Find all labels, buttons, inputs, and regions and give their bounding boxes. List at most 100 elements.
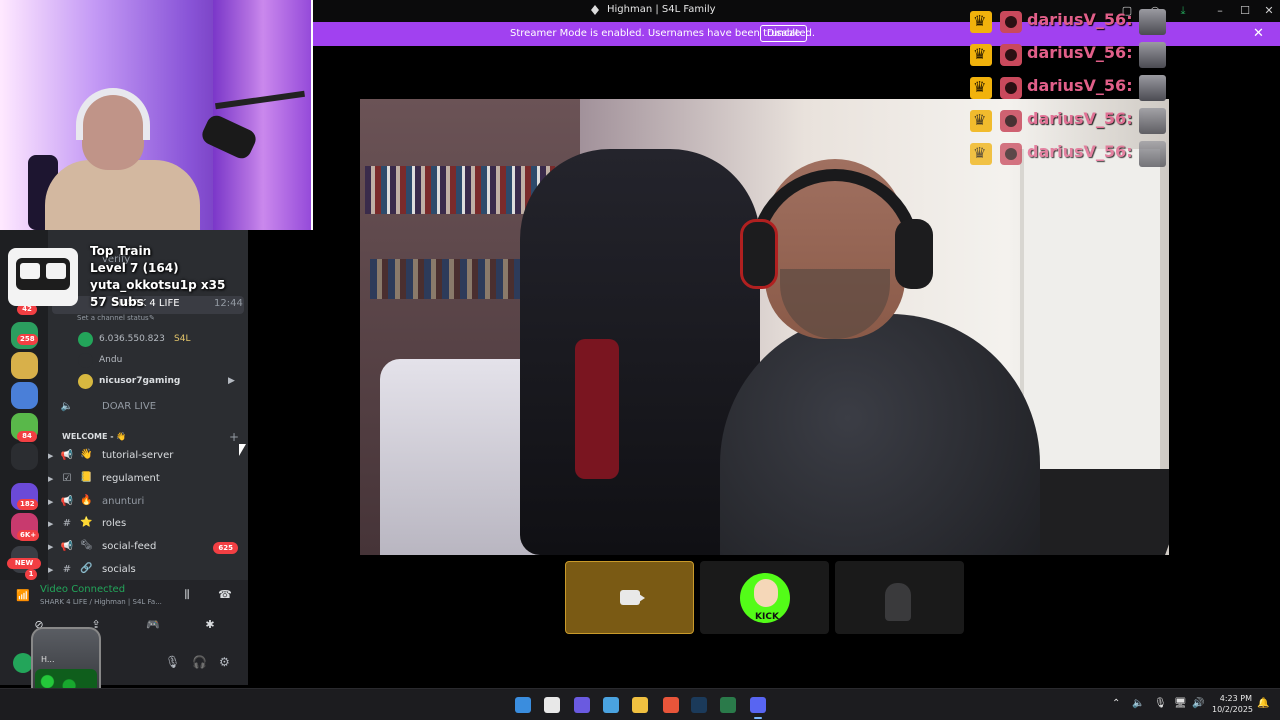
discord-icon[interactable] (750, 697, 766, 719)
soundboard-button[interactable]: ✱ (186, 618, 234, 634)
noise-suppression-icon[interactable]: ⫼ (177, 588, 197, 604)
streamer-webcam (0, 0, 313, 230)
chat-line: dariusV_56: (970, 141, 1170, 167)
channel-label: socials (102, 564, 136, 575)
channel-emoji: ⭐ (80, 517, 93, 528)
pencil-icon: ✎ (149, 314, 155, 322)
headphones-icon[interactable]: 🎧 (192, 655, 207, 669)
channel-tutorial-server[interactable]: ▶ 📢 👋 tutorial-server (48, 448, 245, 466)
signal-icon[interactable]: 📶 (16, 589, 30, 602)
unread-count-badge: 625 (213, 542, 238, 554)
download-icon[interactable]: ⤓ (1175, 3, 1191, 19)
collapse-icon: ▶ (48, 543, 54, 551)
minimize-button[interactable]: – (1212, 3, 1228, 19)
emote-icon (1139, 9, 1166, 35)
voice-status[interactable]: Video Connected (40, 584, 125, 595)
voice-user-tag: S4L (174, 334, 191, 344)
server-badge: 258 (17, 334, 38, 345)
channel-emoji: 🔗 (80, 563, 93, 574)
tile-kick[interactable]: KICK (700, 561, 829, 634)
announcement-icon: 📢 (60, 541, 74, 552)
webcam-curtain (213, 0, 313, 230)
voice-channel-doar-live[interactable]: 🔈 DOAR LIVE (60, 399, 245, 417)
maximize-button[interactable]: ☐ (1237, 3, 1253, 19)
announcement-icon: 📢 (60, 496, 74, 507)
chat-line: dariusV_56: (970, 9, 1170, 35)
chat-line: dariusV_56: (970, 108, 1170, 134)
excel-icon[interactable] (720, 697, 736, 713)
video-camera-icon (620, 590, 645, 605)
train-subs: 57 Subs (90, 295, 144, 309)
disconnect-icon[interactable]: ☎ (215, 588, 235, 604)
disable-streamer-mode-button[interactable]: Disable (760, 25, 808, 42)
channel-socials[interactable]: ▶ # 🔗 socials (48, 562, 245, 580)
close-window-button[interactable]: ✕ (1261, 3, 1277, 19)
server-icon[interactable] (11, 443, 38, 470)
channel-roles[interactable]: ▶ # ⭐ roles (48, 516, 245, 534)
channel-label: regulament (102, 473, 160, 484)
emote-icon (1139, 42, 1166, 68)
channel-emoji: 🗞 (80, 540, 93, 551)
app-icon (591, 5, 599, 15)
add-channel-icon[interactable]: + (229, 430, 239, 444)
participant-thumbnail (885, 583, 911, 621)
avatar (78, 353, 93, 368)
channel-anunturi[interactable]: ▶ 📢 🔥 anunturi (48, 494, 245, 512)
channel-emoji: 👋 (80, 449, 93, 460)
server-badge: 182 (17, 499, 38, 510)
category-header[interactable]: WELCOME - 👋 (62, 432, 126, 441)
copilot-icon[interactable] (574, 697, 590, 713)
app-icon[interactable] (603, 697, 619, 713)
rules-icon: ☑ (62, 473, 72, 484)
webcam-person-body (45, 160, 200, 230)
tile-participant[interactable] (835, 561, 964, 634)
speaker-icon: 🔈 (60, 401, 74, 412)
steam-icon[interactable] (691, 697, 707, 713)
hash-icon: # (62, 518, 72, 529)
microphone-tray-icon[interactable]: 🎙 (1154, 698, 1167, 709)
chat-username: dariusV_56: (1027, 43, 1133, 62)
channel-social-feed[interactable]: ▶ 📢 🗞 social-feed 625 (48, 539, 245, 557)
chair-accent (575, 339, 619, 479)
user-name-short: H... (41, 655, 55, 664)
task-view-icon[interactable] (544, 697, 560, 713)
person-body (720, 314, 1040, 555)
tile-camera[interactable] (565, 561, 694, 634)
microphone-icon[interactable]: 🎙 (165, 655, 180, 669)
clock-date: 10/2/2025 (1212, 705, 1254, 714)
chat-username: dariusV_56: (1027, 10, 1133, 29)
collapse-icon: ▶ (48, 520, 54, 528)
train-user: yuta_okkotsu1p x35 (90, 278, 226, 292)
server-icon[interactable] (11, 382, 38, 409)
emote-icon (1139, 141, 1166, 167)
system-clock[interactable]: 4:23 PM 10/2/2025 (1212, 693, 1254, 715)
ape-badge-icon (1000, 110, 1022, 132)
volume-mixer-icon[interactable]: 🔈 (1132, 698, 1144, 709)
brave-browser-icon[interactable] (663, 697, 679, 713)
settings-gear-icon[interactable]: ⚙ (219, 655, 230, 669)
channel-label: social-feed (102, 541, 157, 552)
channel-regulament[interactable]: ▶ ☑ 📒 regulament (48, 471, 245, 489)
start-icon[interactable] (515, 697, 531, 713)
announcement-icon: 📢 (60, 450, 74, 461)
volume-icon[interactable]: 🔊 (1192, 698, 1204, 709)
chevron-up-icon[interactable]: ⌃ (1112, 698, 1120, 709)
voice-user-name: nicusor7gaming (99, 376, 181, 386)
new-badge: NEW (7, 558, 41, 569)
main-video-stream[interactable] (360, 99, 1169, 555)
activity-button[interactable]: 🎮 (129, 618, 177, 634)
user-avatar[interactable] (13, 653, 33, 673)
collapse-icon: ▶ (48, 566, 54, 574)
server-icon[interactable] (11, 352, 38, 379)
file-explorer-icon[interactable] (632, 697, 648, 713)
collapse-icon: ▶ (48, 452, 54, 460)
notification-icon[interactable]: 🔔 (1257, 698, 1269, 709)
ape-badge-icon (1000, 44, 1022, 66)
channel-label: roles (102, 518, 127, 529)
close-banner-icon[interactable]: ✕ (1253, 26, 1264, 41)
chat-username: dariusV_56: (1027, 109, 1133, 128)
ape-badge-icon (1000, 143, 1022, 165)
set-channel-status[interactable]: Set a channel status ✎ (77, 312, 262, 330)
kick-logo: KICK (738, 571, 792, 625)
network-icon[interactable]: 🖥 (1174, 698, 1187, 709)
